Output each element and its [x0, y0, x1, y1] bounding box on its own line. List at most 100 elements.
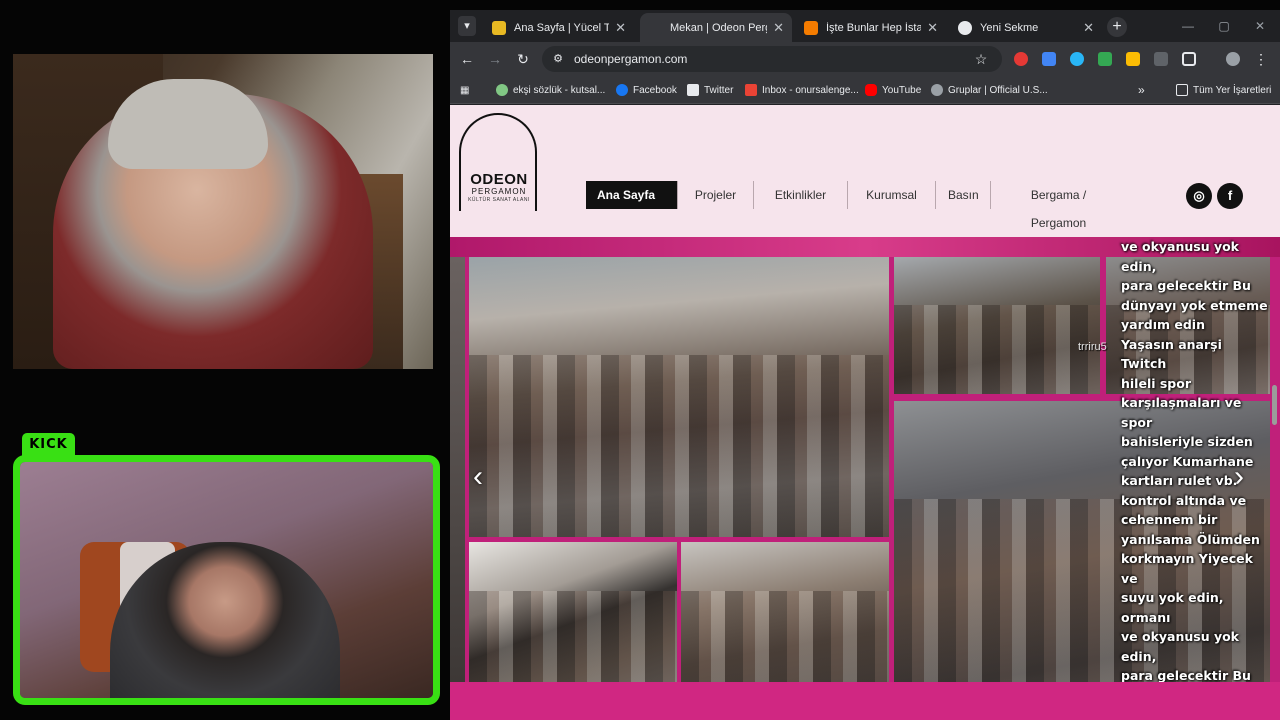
extension-icon[interactable] — [1014, 52, 1028, 66]
gallery-edge-photo — [450, 257, 465, 682]
chat-overlay-line: ve okyanusu yok edin, — [1121, 629, 1239, 664]
extension-icon[interactable] — [1070, 52, 1084, 66]
chat-overlay-line: para gelecektir Bu — [1121, 278, 1251, 293]
webcam-streamer-frame — [13, 455, 440, 705]
tab-title: Mekan | Odeon Pergam — [670, 21, 767, 34]
chat-overlay-line: çalıyor Kumarhane — [1121, 453, 1254, 469]
facebook-icon[interactable]: f — [1217, 183, 1243, 209]
browser-toolbar: ← → ↻ ⚙ odeonpergamon.com ☆ ⋮ — [450, 42, 1280, 76]
bookmark-label: Twitter — [704, 84, 734, 96]
bookmarks-bar: ▦ ekşi sözlük - kutsal... Facebook Twitt… — [450, 76, 1280, 104]
gallery-photo-main[interactable] — [469, 257, 889, 537]
chat-overlay-line: ve okyanusu yok edin, — [1121, 239, 1239, 274]
chat-overlay-line: bahisleriyle sizden — [1121, 434, 1253, 449]
nav-bergama[interactable]: Bergama / Pergamon — [991, 181, 1126, 230]
tab-close-icon[interactable]: ✕ — [1083, 20, 1094, 36]
folder-icon — [1176, 84, 1188, 96]
tab-close-icon[interactable]: ✕ — [927, 20, 938, 36]
tab-close-icon[interactable]: ✕ — [773, 20, 784, 36]
tab-yeni-sekme[interactable]: Yeni Sekme ✕ — [950, 13, 1102, 42]
bookmark-label: ekşi sözlük - kutsal... — [513, 84, 606, 96]
website-viewport: ODEON PERGAMON KÜLTÜR SANAT ALANI Ana Sa… — [450, 105, 1280, 720]
photo-crowd — [469, 355, 889, 537]
chat-overlay-line: Yaşasın anarşi Twitch — [1121, 336, 1222, 372]
new-tab-button[interactable]: + — [1107, 17, 1127, 37]
bookmark-gruplar[interactable]: Gruplar | Official U.S... — [931, 82, 1048, 98]
bookmark-icon — [496, 84, 508, 96]
tab-title: Yeni Sekme — [980, 21, 1039, 34]
minimize-icon[interactable]: — — [1178, 16, 1198, 36]
logo-text: ODEON — [470, 171, 528, 188]
tab-title: İşte Bunlar Hep İstanbul — [826, 21, 922, 34]
extension-icon[interactable] — [1098, 52, 1112, 66]
bookmarks-overflow-icon[interactable]: » — [1138, 82, 1145, 98]
tab-favicon-icon — [492, 20, 506, 35]
maximize-icon[interactable]: ▢ — [1214, 16, 1234, 36]
photo-gallery: ‹ › trriru5 ve okyanusu yok edin, para ge… — [450, 239, 1280, 720]
webcam-host — [13, 54, 433, 369]
tab-title: Ana Sayfa | Yücel Tunca — [514, 21, 610, 34]
instagram-icon[interactable]: ◎ — [1186, 183, 1212, 209]
tab-ana-sayfa[interactable]: Ana Sayfa | Yücel Tunca ✕ — [484, 13, 634, 42]
tab-search-button[interactable]: ▾ — [458, 16, 476, 36]
back-icon[interactable]: ← — [458, 50, 476, 68]
chat-overlay-line: cehennem bir — [1121, 512, 1218, 527]
site-info-icon[interactable]: ⚙ — [550, 51, 566, 67]
address-bar[interactable]: ⚙ odeonpergamon.com — [542, 46, 1002, 72]
youtube-icon — [865, 84, 877, 96]
chat-overlay-line: karşılaşmaları ve spor — [1121, 395, 1242, 430]
photo-crowd — [469, 591, 677, 682]
browser-window: ▾ Ana Sayfa | Yücel Tunca ✕ Mekan | Odeo… — [450, 10, 1280, 720]
photo-crowd — [681, 591, 889, 682]
close-window-icon[interactable]: ✕ — [1250, 16, 1270, 36]
nav-kurumsal[interactable]: Kurumsal — [848, 181, 936, 209]
tab-iste-bunlar[interactable]: İşte Bunlar Hep İstanbul ✕ — [796, 13, 946, 42]
profile-avatar-icon[interactable] — [1226, 52, 1240, 66]
nav-ana-sayfa[interactable]: Ana Sayfa — [586, 181, 678, 209]
extension-icon[interactable] — [1126, 52, 1140, 66]
gallery-prev-icon[interactable]: ‹ — [468, 462, 488, 492]
chat-overlay-text: ve okyanusu yok edin, para gelecektir Bu d… — [1121, 237, 1271, 720]
url-text: odeonpergamon.com — [574, 52, 688, 66]
gallery-photo-bottom-2[interactable] — [681, 542, 889, 682]
site-header: ODEON PERGAMON KÜLTÜR SANAT ALANI Ana Sa… — [450, 105, 1280, 237]
bookmark-inbox[interactable]: Inbox - onursalenge... — [745, 82, 859, 98]
menu-kebab-icon[interactable]: ⋮ — [1252, 50, 1270, 68]
tab-favicon-icon — [804, 20, 818, 35]
tab-mekan[interactable]: Mekan | Odeon Pergam ✕ — [640, 13, 792, 42]
tab-strip: ▾ Ana Sayfa | Yücel Tunca ✕ Mekan | Odeo… — [450, 10, 1280, 42]
bookmark-star-icon[interactable]: ☆ — [972, 50, 990, 68]
all-bookmarks[interactable]: Tüm Yer İşaretleri — [1176, 82, 1271, 98]
bookmark-label: Gruplar | Official U.S... — [948, 84, 1048, 96]
tab-favicon-icon — [648, 20, 662, 35]
apps-grid-icon[interactable]: ▦ — [460, 82, 469, 98]
chat-overlay-line: yanılsama Ölümden — [1121, 531, 1260, 547]
gallery-photo-bottom-1[interactable] — [469, 542, 677, 682]
gallery-photo-top-1[interactable] — [894, 257, 1100, 394]
bookmark-eksi[interactable]: ekşi sözlük - kutsal... — [496, 82, 605, 98]
main-nav: Ana Sayfa Projeler Etkinlikler Kurumsal … — [586, 181, 1126, 230]
nav-etkinlikler[interactable]: Etkinlikler — [754, 181, 848, 209]
chat-overlay-line: korkmayın Yiyecek ve — [1121, 551, 1253, 586]
translate-icon[interactable] — [1042, 52, 1056, 66]
extension-icon[interactable] — [1154, 52, 1168, 66]
watermark-text: trriru5 — [1078, 341, 1107, 353]
bookmark-label: YouTube — [882, 84, 922, 96]
tab-close-icon[interactable]: ✕ — [615, 20, 626, 36]
nav-basin[interactable]: Basın — [936, 181, 991, 209]
nav-projeler[interactable]: Projeler — [678, 181, 754, 209]
logo-subtext: PERGAMON — [471, 187, 527, 196]
link-icon — [931, 84, 943, 96]
bookmark-youtube[interactable]: YouTube — [865, 82, 921, 98]
logo-tagline: KÜLTÜR SANAT ALANI — [468, 197, 530, 203]
forward-icon[interactable]: → — [486, 50, 504, 68]
page-scrollbar[interactable] — [1272, 385, 1277, 425]
bookmark-twitter[interactable]: Twitter — [687, 82, 733, 98]
reload-icon[interactable]: ↻ — [514, 50, 532, 68]
bookmark-label: Inbox - onursalenge... — [762, 84, 859, 96]
facebook-icon — [616, 84, 628, 96]
bookmark-facebook[interactable]: Facebook — [616, 82, 677, 98]
extensions-puzzle-icon[interactable] — [1182, 52, 1196, 66]
chat-overlay-line: hileli spor — [1121, 375, 1192, 391]
host-hair — [108, 79, 268, 169]
